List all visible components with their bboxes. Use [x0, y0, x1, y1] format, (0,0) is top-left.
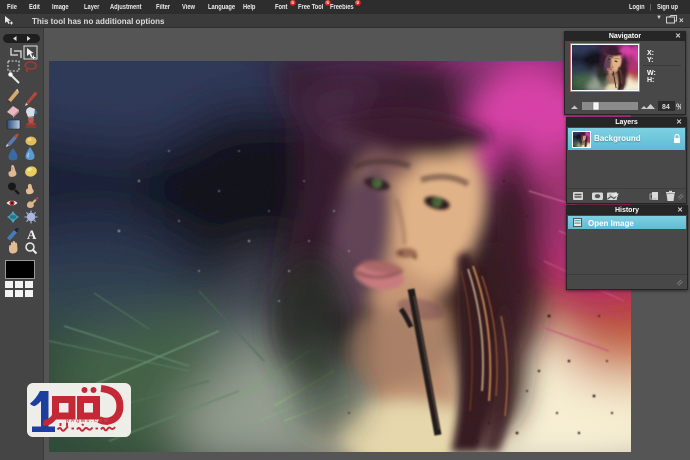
svg-text:84: 84	[662, 104, 670, 111]
svg-text:%: %	[676, 103, 681, 112]
svg-text:RAQMS.COM: RAQMS.COM	[66, 418, 110, 423]
svg-text:A: A	[27, 227, 37, 242]
